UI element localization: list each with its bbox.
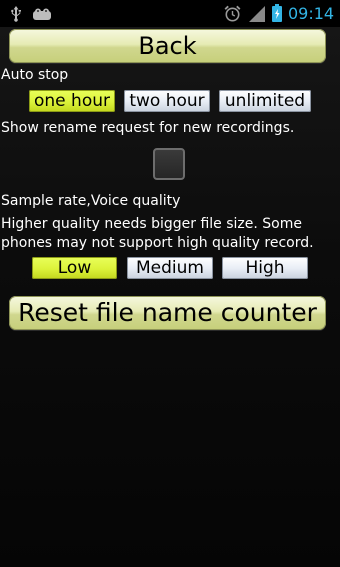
- alarm-icon: [224, 5, 241, 22]
- reset-file-name-counter-button[interactable]: Reset file name counter: [9, 296, 326, 330]
- sample-rate-description-line1: Higher quality needs bigger file size. S…: [1, 216, 302, 232]
- auto-stop-option-one-hour[interactable]: one hour: [29, 90, 115, 112]
- rename-request-checkbox[interactable]: [153, 148, 185, 180]
- status-bar: 09:14: [0, 0, 340, 27]
- auto-stop-option-two-hour[interactable]: two hour: [124, 90, 210, 112]
- settings-screen: 09:14 Back Auto stop one hour two hour u…: [0, 0, 340, 567]
- rename-request-label: Show rename request for new recordings.: [1, 120, 295, 136]
- back-button[interactable]: Back: [9, 29, 326, 63]
- battery-icon: [272, 4, 282, 22]
- android-icon: [33, 8, 51, 20]
- sample-rate-label: Sample rate,Voice quality: [1, 193, 181, 209]
- sample-rate-description-line2: phones may not support high quality reco…: [1, 235, 314, 251]
- auto-stop-option-unlimited[interactable]: unlimited: [219, 90, 311, 112]
- quality-option-medium[interactable]: Medium: [127, 257, 213, 279]
- quality-option-low[interactable]: Low: [32, 257, 117, 279]
- quality-option-high[interactable]: High: [222, 257, 308, 279]
- status-time: 09:14: [288, 4, 335, 23]
- auto-stop-label: Auto stop: [1, 67, 69, 83]
- signal-icon: [249, 6, 265, 22]
- usb-icon: [11, 6, 21, 22]
